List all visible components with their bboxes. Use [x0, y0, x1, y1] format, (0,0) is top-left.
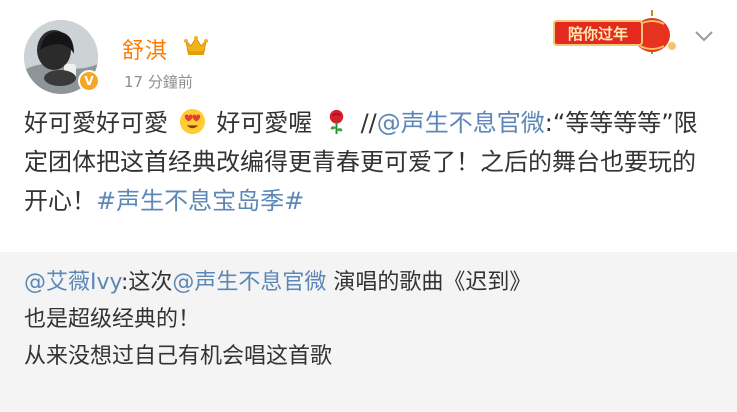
username[interactable]: 舒淇 [122, 33, 168, 65]
crown-icon [184, 36, 208, 55]
post-timestamp: 17 分鐘前 [124, 73, 193, 91]
heart-eyes-emoji-icon [179, 108, 205, 135]
promo-badge[interactable]: 陪你过年 [553, 20, 643, 46]
post-text: 好可愛喔 [216, 109, 313, 137]
repost-author-link[interactable]: @艾薇Ivy [24, 270, 121, 295]
post-content: 好可愛好可愛 好可愛喔 //@声生不息官微:“等等等等”限定团体把这首经典改编得… [24, 104, 718, 221]
repost-mention-link[interactable]: @声生不息官微 [172, 270, 326, 295]
verified-badge: V [78, 70, 100, 92]
mention-link[interactable]: @声生不息官微 [377, 109, 545, 137]
repost-text: 演唱的歌曲《迟到》 [326, 270, 532, 295]
repost-line-1: @艾薇Ivy:这次@声生不息官微 演唱的歌曲《迟到》 [24, 264, 718, 301]
hashtag-link[interactable]: #声生不息宝岛季# [96, 187, 304, 215]
repost-line-2: 也是超级经典的！ [24, 307, 201, 332]
chevron-down-icon[interactable] [693, 28, 715, 44]
repost-content: @艾薇Ivy:这次@声生不息官微 演唱的歌曲《迟到》 也是超级经典的！ 从来没想… [24, 264, 718, 375]
repost-line-3: 从来没想过自己有机会唱这首歌 [24, 344, 333, 369]
repost-separator: // [360, 109, 377, 137]
post-text: 好可愛好可愛 [24, 109, 168, 137]
rose-emoji-icon [329, 109, 344, 135]
repost-text: :这次 [120, 270, 173, 295]
